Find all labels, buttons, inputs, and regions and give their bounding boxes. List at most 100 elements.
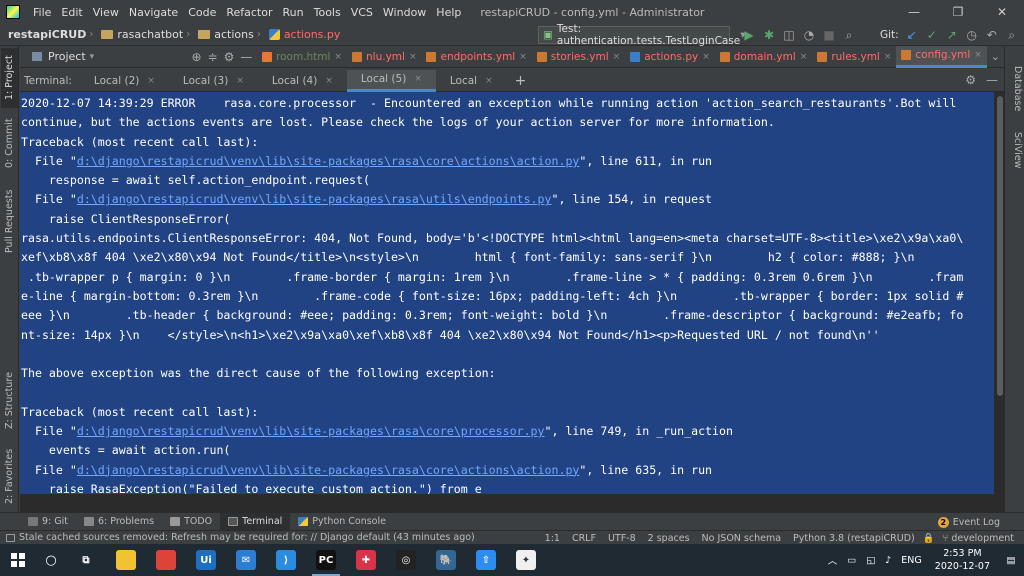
- menu-tools[interactable]: Tools: [309, 6, 346, 19]
- file-path-link[interactable]: d:\django\restapicrud\venv\lib\site-pack…: [77, 154, 580, 168]
- app-red-taskbar-button[interactable]: ✚: [346, 544, 386, 576]
- restore-button[interactable]: ❐: [936, 0, 980, 24]
- editor-tab[interactable]: rules.yml ×: [812, 46, 896, 68]
- chrome-taskbar-button[interactable]: [146, 544, 186, 576]
- python-interpreter[interactable]: Python 3.8 (restapiCRUD): [787, 533, 921, 544]
- breadcrumb-folder[interactable]: rasachatbot: [93, 28, 186, 41]
- close-tab-icon[interactable]: ×: [519, 52, 527, 62]
- mail-taskbar-button[interactable]: ✉: [226, 544, 266, 576]
- editor-tab[interactable]: stories.yml ×: [532, 46, 625, 68]
- close-tab-icon[interactable]: ×: [485, 76, 493, 86]
- breadcrumb-project[interactable]: restapiCRUD: [0, 28, 89, 41]
- breadcrumb-subfolder[interactable]: actions: [190, 28, 257, 41]
- close-tab-icon[interactable]: ×: [884, 52, 892, 62]
- app-tray-icon[interactable]: ▭: [842, 555, 861, 566]
- todo-tool-button[interactable]: TODO: [162, 513, 220, 531]
- gear-icon[interactable]: ⚙: [224, 50, 235, 64]
- close-tab-icon[interactable]: ×: [800, 52, 808, 62]
- chevron-up-icon[interactable]: ︿: [823, 553, 843, 567]
- terminal-tab[interactable]: Local (3) ×: [169, 70, 258, 92]
- close-tab-icon[interactable]: ×: [613, 52, 621, 62]
- start-button[interactable]: [0, 544, 36, 576]
- breadcrumb-file[interactable]: actions.py: [261, 28, 344, 41]
- close-tab-icon[interactable]: ×: [414, 74, 422, 84]
- close-tab-icon[interactable]: ×: [409, 52, 417, 62]
- structure-tool-tab[interactable]: Z: Structure: [1, 366, 18, 436]
- menu-edit[interactable]: Edit: [56, 6, 87, 19]
- event-log-button[interactable]: 2 Event Log: [937, 513, 1000, 531]
- menu-help[interactable]: Help: [431, 6, 466, 19]
- git-tool-button[interactable]: 9: Git: [20, 513, 76, 531]
- git-push-icon[interactable]: ↗: [943, 26, 961, 44]
- rollback-icon[interactable]: ↶: [983, 26, 1001, 44]
- pycharm-taskbar-button[interactable]: PC: [306, 544, 346, 576]
- indent-setting[interactable]: 2 spaces: [642, 533, 696, 544]
- file-encoding[interactable]: UTF-8: [602, 533, 642, 544]
- language-indicator[interactable]: ENG: [896, 555, 926, 566]
- file-path-link[interactable]: d:\django\restapicrud\venv\lib\site-pack…: [77, 463, 580, 477]
- hide-icon[interactable]: —: [240, 50, 252, 64]
- close-tab-icon[interactable]: ×: [325, 76, 333, 86]
- sciview-tool-tab[interactable]: SciView: [1007, 132, 1023, 168]
- terminal-scrollbar-thumb[interactable]: [997, 96, 1003, 396]
- tabs-dropdown-icon[interactable]: ⌄: [987, 50, 1004, 63]
- hide-icon[interactable]: —: [986, 73, 998, 87]
- upload-taskbar-button[interactable]: ⇧: [466, 544, 506, 576]
- menu-view[interactable]: View: [88, 6, 124, 19]
- problems-tool-button[interactable]: 6: Problems: [76, 513, 162, 531]
- close-tab-icon[interactable]: ×: [236, 76, 244, 86]
- git-branch[interactable]: ⑂ development: [937, 533, 1020, 544]
- search-icon[interactable]: ○: [36, 553, 66, 568]
- close-tab-icon[interactable]: ×: [974, 50, 982, 60]
- python-console-tool-button[interactable]: Python Console: [290, 513, 394, 531]
- vscode-taskbar-button[interactable]: ⟩: [266, 544, 306, 576]
- terminal-output[interactable]: 2020-12-07 14:39:29 ERROR rasa.core.proc…: [20, 92, 994, 494]
- run-icon[interactable]: ▶: [740, 26, 758, 44]
- commit-tool-tab[interactable]: 0: Commit: [1, 114, 18, 172]
- editor-tab[interactable]: nlu.yml ×: [347, 46, 421, 68]
- new-terminal-icon[interactable]: +: [507, 73, 535, 89]
- project-tool-tab[interactable]: 1: Project: [1, 48, 18, 108]
- file-path-link[interactable]: d:\django\restapicrud\venv\lib\site-pack…: [77, 424, 545, 438]
- editor-tab[interactable]: domain.yml ×: [715, 46, 813, 68]
- uipath-taskbar-button[interactable]: Ui: [186, 544, 226, 576]
- postgres-taskbar-button[interactable]: 🐘: [426, 544, 466, 576]
- terminal-tab[interactable]: Local (5) ×: [346, 69, 436, 92]
- locate-icon[interactable]: ⊕: [191, 50, 201, 64]
- app-circle-taskbar-button[interactable]: ◎: [386, 544, 426, 576]
- volume-icon[interactable]: ♪: [880, 555, 896, 566]
- network-icon[interactable]: ◱: [861, 555, 880, 566]
- coverage-icon[interactable]: ◫: [780, 26, 798, 44]
- menu-file[interactable]: File: [28, 6, 56, 19]
- menu-vcs[interactable]: VCS: [346, 6, 378, 19]
- minimize-button[interactable]: —: [892, 0, 936, 24]
- menu-run[interactable]: Run: [278, 6, 309, 19]
- git-commit-icon[interactable]: ✓: [923, 26, 941, 44]
- collapse-icon[interactable]: ≑: [208, 50, 218, 64]
- profile-icon[interactable]: ◔: [800, 26, 818, 44]
- close-tab-icon[interactable]: ×: [702, 52, 710, 62]
- status-message[interactable]: Stale cached sources removed: Refresh ma…: [0, 532, 475, 543]
- menu-navigate[interactable]: Navigate: [124, 6, 183, 19]
- app-git-taskbar-button[interactable]: ✦: [506, 544, 546, 576]
- close-tab-icon[interactable]: ×: [147, 76, 155, 86]
- favorites-tool-tab[interactable]: 2: Favorites: [1, 444, 18, 508]
- search-everywhere-icon[interactable]: ⌕: [1003, 26, 1021, 44]
- json-schema[interactable]: No JSON schema: [696, 533, 788, 544]
- editor-tab[interactable]: actions.py ×: [625, 46, 715, 68]
- terminal-tool-button[interactable]: Terminal: [220, 512, 291, 531]
- clock[interactable]: 2:53 PM 2020-12-07: [927, 547, 998, 573]
- terminal-tab[interactable]: Local (2) ×: [80, 70, 169, 92]
- search-icon[interactable]: ⌕: [840, 26, 858, 44]
- database-tool-tab[interactable]: Database: [1007, 66, 1023, 111]
- terminal-blank-area[interactable]: [20, 494, 994, 512]
- gear-icon[interactable]: ⚙: [965, 73, 976, 87]
- line-separator[interactable]: CRLF: [566, 533, 602, 544]
- task-view-taskbar-button[interactable]: ⧉: [66, 544, 106, 576]
- git-update-icon[interactable]: ↙: [903, 26, 921, 44]
- menu-code[interactable]: Code: [183, 6, 221, 19]
- editor-tab[interactable]: room.html ×: [257, 46, 347, 68]
- history-icon[interactable]: ◷: [963, 26, 981, 44]
- menu-window[interactable]: Window: [378, 6, 431, 19]
- editor-tab[interactable]: endpoints.yml ×: [421, 46, 531, 68]
